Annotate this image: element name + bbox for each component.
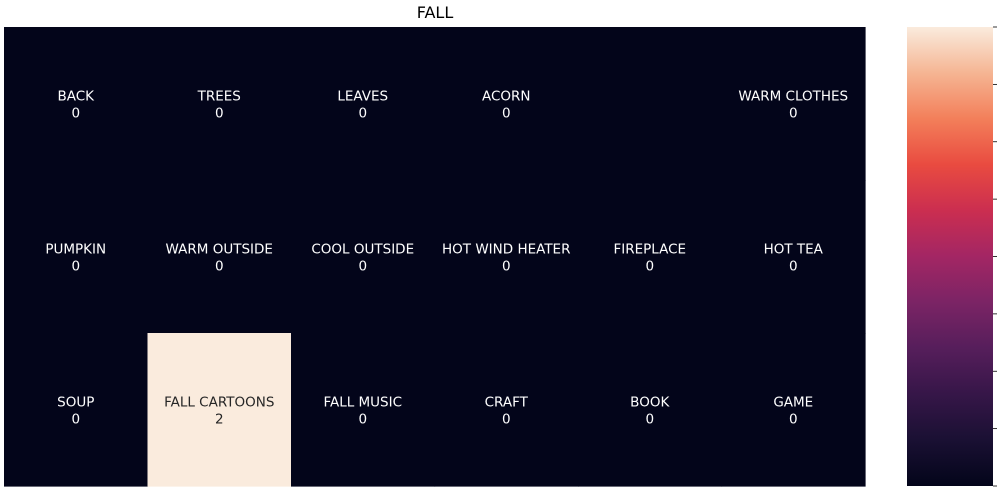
cell-label: WARM OUTSIDE <box>166 242 273 258</box>
cell-label: HOT TEA <box>764 242 824 258</box>
cell-label: SOUP <box>57 395 94 411</box>
cell-value: 0 <box>215 106 224 122</box>
cell-label: BACK <box>57 89 95 105</box>
cell-label: FIREPLACE <box>613 242 686 258</box>
cell-value: 0 <box>502 106 511 122</box>
cell-label: PUMPKIN <box>45 242 106 258</box>
cell-value: 0 <box>789 412 798 428</box>
cell-value: 0 <box>358 106 367 122</box>
cell-label: HOT WIND HEATER <box>442 242 570 258</box>
cell-label: ACORN <box>482 89 531 105</box>
cell-value: 0 <box>215 259 224 275</box>
cell-label: BOOK <box>630 395 670 411</box>
colorbar-gradient <box>907 27 993 486</box>
cell-value: 0 <box>645 259 654 275</box>
cell-label: COOL OUTSIDE <box>311 242 414 258</box>
heatmap-cell <box>578 27 723 181</box>
cell-value: 0 <box>502 412 511 428</box>
cell-label: CRAFT <box>485 395 529 411</box>
cell-label: LEAVES <box>337 89 388 105</box>
cell-value: 0 <box>358 259 367 275</box>
cell-value: 0 <box>502 259 511 275</box>
colorbar-ticks: 0.000.250.500.751.001.251.501.752.00 <box>993 26 997 487</box>
cell-value: 0 <box>71 106 80 122</box>
cell-value: 0 <box>645 412 654 428</box>
cell-label: FALL MUSIC <box>323 395 402 411</box>
cell-value: 0 <box>358 412 367 428</box>
cell-label: WARM CLOTHES <box>738 89 848 105</box>
cell-label: GAME <box>773 395 813 411</box>
cell-label: FALL CARTOONS <box>164 395 274 411</box>
cell-value: 0 <box>789 259 798 275</box>
heatmap-chart: FALL BACK0TREES0LEAVES0ACORN0WARM CLOTHE… <box>4 3 997 487</box>
cell-value: 0 <box>71 259 80 275</box>
cell-label: TREES <box>197 89 241 105</box>
colorbar: 0.000.250.500.751.001.251.501.752.00 <box>907 26 997 487</box>
chart-title: FALL <box>417 3 454 22</box>
cell-value: 0 <box>789 106 798 122</box>
cell-value: 0 <box>71 412 80 428</box>
cell-value: 2 <box>215 412 224 428</box>
heatmap-cells <box>4 27 866 487</box>
